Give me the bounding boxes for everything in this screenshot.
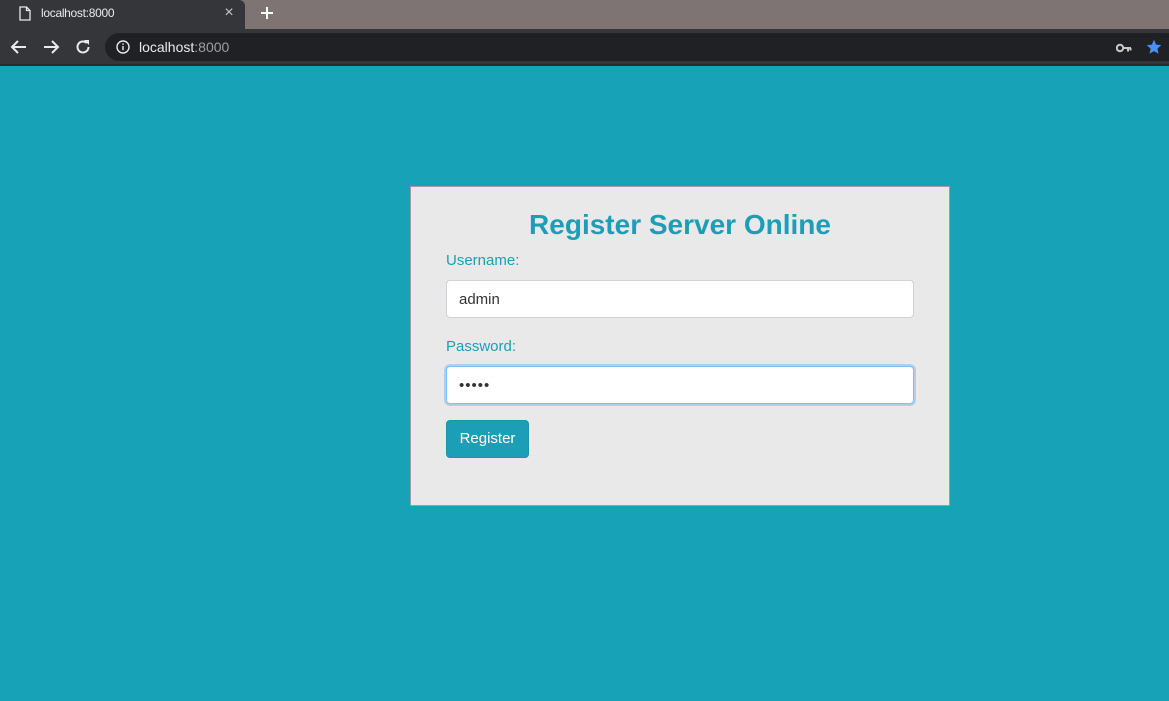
key-icon[interactable] <box>1115 41 1132 53</box>
arrow-left-icon[interactable] <box>9 37 29 57</box>
reload-icon[interactable] <box>73 37 93 57</box>
username-label: Username: <box>446 252 520 269</box>
arrow-right-icon[interactable] <box>41 37 61 57</box>
tab-title: localhost:8000 <box>41 6 115 20</box>
url-text: localhost:8000 <box>139 39 229 55</box>
browser-tab[interactable]: localhost:8000 × <box>0 0 245 29</box>
register-form-card: Register Server Online Username: Passwor… <box>410 186 950 506</box>
username-input[interactable] <box>446 280 914 318</box>
url-host: localhost <box>139 39 195 55</box>
url-port: :8000 <box>194 39 230 55</box>
address-bar[interactable]: localhost:8000 <box>105 33 1169 61</box>
star-icon[interactable] <box>1146 39 1162 55</box>
info-icon[interactable] <box>116 40 130 54</box>
page-icon <box>19 6 31 21</box>
close-icon[interactable]: × <box>222 5 236 21</box>
password-label: Password: <box>446 338 517 355</box>
browser-toolbar: localhost:8000 <box>0 29 1169 66</box>
register-button[interactable]: Register <box>446 420 529 458</box>
browser-tab-strip: localhost:8000 × <box>0 0 1169 29</box>
plus-icon[interactable] <box>258 4 276 22</box>
password-input[interactable] <box>446 366 914 404</box>
page-title: Register Server Online <box>529 209 831 240</box>
